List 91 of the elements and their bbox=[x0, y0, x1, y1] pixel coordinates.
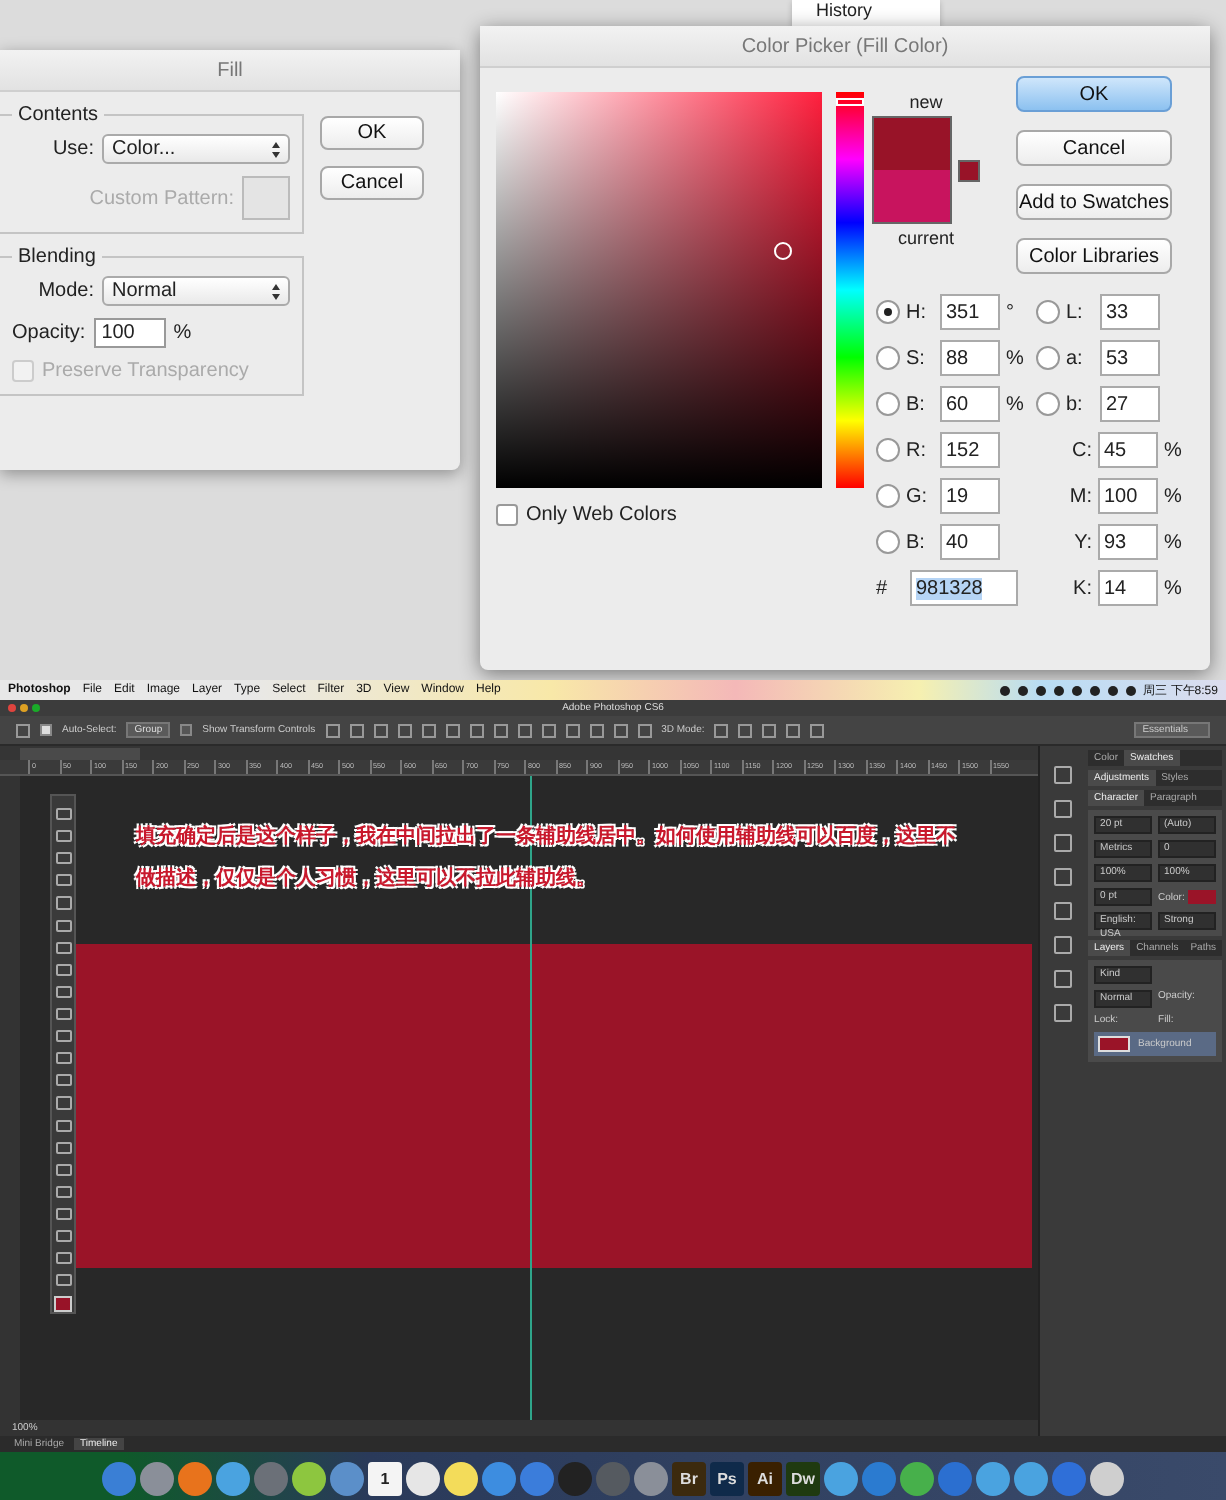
field-label: a: bbox=[1066, 347, 1085, 369]
dialog-button[interactable]: OK bbox=[320, 116, 424, 150]
foreground-color-swatch[interactable] bbox=[54, 1296, 72, 1313]
value-field[interactable]: 88 bbox=[940, 340, 1000, 376]
value-field[interactable]: 33 bbox=[1100, 294, 1160, 330]
dialog-button[interactable]: OK bbox=[1016, 76, 1172, 112]
value-field[interactable]: 100 bbox=[1098, 478, 1158, 514]
app-icon[interactable]: Ps bbox=[710, 1462, 744, 1496]
unit-label: % bbox=[1164, 485, 1182, 507]
value-field[interactable]: 19 bbox=[940, 478, 1000, 514]
gamut-warning-icon[interactable] bbox=[958, 159, 980, 181]
app-icon[interactable] bbox=[444, 1462, 478, 1496]
value-field[interactable]: 45 bbox=[1098, 432, 1158, 468]
layer-thumbnail bbox=[1098, 1036, 1131, 1052]
app-icon[interactable]: 1 bbox=[368, 1462, 402, 1496]
menu-item[interactable]: History bbox=[792, 0, 940, 26]
field-label: R: bbox=[906, 439, 928, 461]
field-label: M: bbox=[1067, 485, 1092, 507]
field-label: B: bbox=[906, 531, 927, 553]
field-label: G: bbox=[906, 485, 930, 507]
field-label: H: bbox=[906, 301, 928, 323]
value-field[interactable]: 27 bbox=[1100, 386, 1160, 422]
unit-label: % bbox=[1164, 577, 1182, 599]
checkbox[interactable] bbox=[40, 724, 52, 736]
mode-label: Mode: bbox=[38, 280, 94, 302]
radio-button[interactable] bbox=[1036, 300, 1060, 324]
radio-button[interactable] bbox=[1036, 346, 1060, 370]
radio-button[interactable] bbox=[876, 484, 900, 508]
unit-label: % bbox=[1164, 439, 1182, 461]
radio-button[interactable] bbox=[876, 392, 900, 416]
swatch-label: new bbox=[909, 92, 943, 112]
picker-marker[interactable] bbox=[774, 242, 792, 260]
field-label: B: bbox=[906, 393, 927, 415]
value-field[interactable]: 14 bbox=[1098, 570, 1158, 606]
hue-slider[interactable] bbox=[836, 92, 864, 488]
radio-button[interactable] bbox=[876, 438, 900, 462]
value-field[interactable]: 53 bbox=[1100, 340, 1160, 376]
hue-slider-thumb[interactable] bbox=[836, 97, 864, 106]
use-dropdown[interactable]: Color... bbox=[102, 134, 290, 164]
hex-field[interactable]: 981328 bbox=[910, 570, 1018, 606]
unit-label: % bbox=[1006, 347, 1024, 369]
custom-pattern-label: Custom Pattern: bbox=[89, 187, 234, 209]
opacity-label: Opacity: bbox=[12, 322, 86, 344]
group-label: Blending bbox=[16, 246, 98, 268]
value-field[interactable]: 351 bbox=[940, 294, 1000, 330]
group-label: Contents bbox=[16, 104, 101, 126]
checkbox[interactable] bbox=[496, 504, 518, 526]
checkbox-label: Only Web Colors bbox=[526, 504, 677, 526]
field-label: L: bbox=[1066, 301, 1085, 323]
stepper-arrows-icon bbox=[272, 283, 280, 299]
radio-button[interactable] bbox=[876, 346, 900, 370]
checkbox-label: Preserve Transparency bbox=[42, 360, 249, 382]
move-tool-icon[interactable] bbox=[16, 723, 30, 737]
app-icon[interactable] bbox=[406, 1462, 440, 1496]
dialog-button[interactable]: Color Libraries bbox=[1016, 238, 1172, 274]
value-field[interactable]: 60 bbox=[940, 386, 1000, 422]
dialog-button[interactable]: Add to Swatches bbox=[1016, 184, 1172, 220]
dialog-title: Fill bbox=[0, 50, 460, 92]
field-label: C: bbox=[1070, 439, 1092, 461]
radio-button[interactable] bbox=[876, 300, 900, 324]
value-field[interactable]: 93 bbox=[1098, 524, 1158, 560]
hash-label: # bbox=[876, 577, 890, 599]
unit-label: % bbox=[1164, 531, 1182, 553]
stepper-arrows-icon bbox=[272, 141, 280, 157]
saturation-brightness-field[interactable] bbox=[496, 92, 822, 488]
app-icon[interactable]: Br bbox=[672, 1462, 706, 1496]
checkbox[interactable] bbox=[180, 724, 193, 736]
use-label: Use: bbox=[52, 138, 94, 160]
opacity-field[interactable]: 100 bbox=[93, 318, 166, 348]
field-label: K: bbox=[1071, 577, 1092, 599]
app-icon[interactable] bbox=[292, 1462, 326, 1496]
text-color-swatch[interactable] bbox=[1188, 890, 1216, 904]
radio-button[interactable] bbox=[876, 530, 900, 554]
app-icon[interactable]: Ai bbox=[748, 1462, 782, 1496]
unit-label: % bbox=[1006, 393, 1024, 415]
field-label: S: bbox=[906, 347, 927, 369]
app-icon[interactable] bbox=[1090, 1462, 1124, 1496]
value-field[interactable]: 152 bbox=[940, 432, 1000, 468]
field-label: Y: bbox=[1072, 531, 1092, 553]
dialog-title: Color Picker (Fill Color) bbox=[480, 26, 1210, 68]
value-field[interactable]: 40 bbox=[940, 524, 1000, 560]
color-comparison-swatch bbox=[872, 116, 952, 224]
app-icon[interactable]: Dw bbox=[786, 1462, 820, 1496]
dialog-button[interactable]: Cancel bbox=[320, 166, 424, 200]
dialog-button[interactable]: Cancel bbox=[1016, 130, 1172, 166]
mode-dropdown[interactable]: Normal bbox=[102, 276, 290, 306]
field-label: b: bbox=[1066, 393, 1085, 415]
unit-label: ° bbox=[1006, 301, 1014, 323]
swatch-label: current bbox=[897, 228, 954, 248]
radio-button[interactable] bbox=[1036, 392, 1060, 416]
percent-unit: % bbox=[173, 322, 192, 344]
